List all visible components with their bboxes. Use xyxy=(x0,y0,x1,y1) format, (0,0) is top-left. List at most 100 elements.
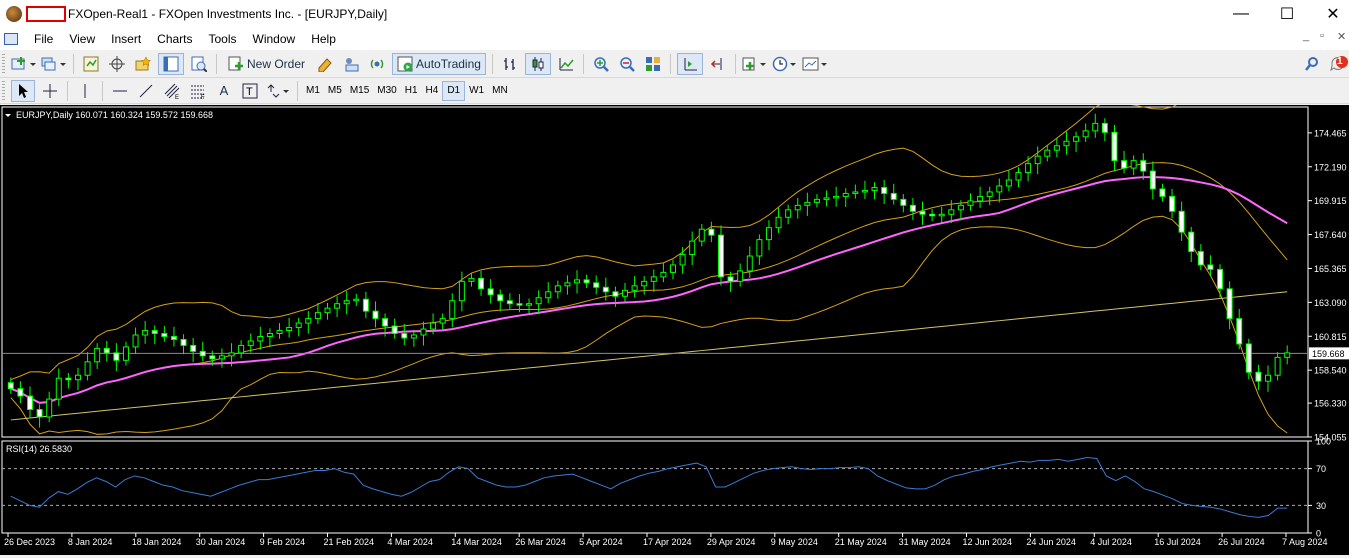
toolbar-grip[interactable] xyxy=(2,53,5,74)
terminal-icon[interactable] xyxy=(340,53,362,75)
timeframe-h1[interactable]: H1 xyxy=(401,81,422,101)
templates-icon[interactable] xyxy=(802,53,828,75)
close-button[interactable]: ✕ xyxy=(1310,0,1349,28)
tile-windows-icon[interactable] xyxy=(642,53,664,75)
candle-body xyxy=(1005,179,1012,187)
minimize-button[interactable]: — xyxy=(1218,0,1264,28)
profiles-icon[interactable] xyxy=(41,53,67,75)
candle xyxy=(823,190,830,207)
timeframe-m30[interactable]: M30 xyxy=(373,81,400,101)
metaeditor-icon[interactable] xyxy=(314,53,336,75)
candle-body xyxy=(458,280,465,302)
notification-count: 1 xyxy=(1337,55,1343,67)
timeframe-mn[interactable]: MN xyxy=(488,81,512,101)
candle xyxy=(631,276,638,298)
candle-body xyxy=(46,398,53,418)
indicators-icon[interactable] xyxy=(742,53,768,75)
price-chart[interactable]: 159.668 174.465 172.190 169.915 167.640 165.3… xyxy=(0,54,1349,555)
market-watch-icon[interactable] xyxy=(80,53,102,75)
cursor-icon[interactable] xyxy=(11,79,35,102)
candle-body xyxy=(410,334,417,339)
candle xyxy=(708,221,715,243)
current-price-label: 159.668 xyxy=(1312,349,1345,359)
timeframe-h4[interactable]: H4 xyxy=(422,81,443,101)
menu-tools[interactable]: Tools xyxy=(201,32,245,46)
candle-body xyxy=(497,294,504,302)
candle xyxy=(74,367,81,391)
candle-body xyxy=(746,255,753,272)
menu-insert[interactable]: Insert xyxy=(103,32,149,46)
vertical-line-icon[interactable] xyxy=(74,80,96,102)
fibonacci-icon[interactable]: F xyxy=(187,80,209,102)
x-tick-label: 26 Dec 2023 xyxy=(4,537,55,547)
candle-body xyxy=(1092,122,1099,132)
auto-scroll-icon[interactable] xyxy=(676,52,703,75)
toolbar-grip[interactable] xyxy=(2,80,5,101)
zoom-out-icon[interactable] xyxy=(616,53,638,75)
menu-file[interactable]: File xyxy=(26,32,61,46)
mdi-close-button[interactable]: ✕ xyxy=(1337,30,1346,43)
zoom-in-icon[interactable] xyxy=(590,53,612,75)
rsi-line xyxy=(10,457,1288,518)
menu-charts[interactable]: Charts xyxy=(149,32,200,46)
menu-help[interactable]: Help xyxy=(303,32,344,46)
timeframe-w1[interactable]: W1 xyxy=(465,81,488,101)
bar-chart-icon[interactable] xyxy=(499,53,521,75)
strategy-tester-icon[interactable] xyxy=(188,53,210,75)
timeframe-m15[interactable]: M15 xyxy=(346,81,373,101)
candle-body xyxy=(1207,264,1214,270)
menu-window[interactable]: Window xyxy=(245,32,304,46)
crosshair-icon[interactable] xyxy=(39,80,61,102)
candle xyxy=(574,270,581,294)
candle-body xyxy=(449,300,456,320)
chart-shift-icon[interactable] xyxy=(707,53,729,75)
candle-body xyxy=(1073,136,1080,142)
candle xyxy=(238,340,245,359)
candle xyxy=(535,290,542,315)
candle-body xyxy=(852,191,859,194)
crosshair-navigator-icon[interactable] xyxy=(106,53,128,75)
equidistant-channel-icon[interactable]: E xyxy=(161,80,183,102)
arrows-icon[interactable] xyxy=(265,80,291,102)
candlesticks-icon[interactable] xyxy=(524,52,551,75)
maximize-button[interactable]: ☐ xyxy=(1264,0,1310,28)
notifications-icon[interactable]: 1 xyxy=(1328,53,1349,75)
auto-trading-button[interactable]: AutoTrading xyxy=(392,52,486,75)
candle xyxy=(1073,131,1080,152)
data-window-icon[interactable] xyxy=(158,52,184,75)
trendline-icon[interactable] xyxy=(135,80,157,102)
horizontal-line-icon[interactable] xyxy=(109,80,131,102)
search-icon[interactable] xyxy=(1301,53,1323,75)
candle-body xyxy=(1082,130,1089,138)
candle-body xyxy=(1121,160,1128,169)
candle-body xyxy=(151,330,158,335)
mdi-minimize-button[interactable]: _ xyxy=(1303,30,1309,42)
chart-window-icon[interactable] xyxy=(4,33,18,45)
candle-body xyxy=(276,330,283,335)
candle-body xyxy=(871,186,878,191)
candle xyxy=(996,178,1003,203)
chart-window[interactable]: 159.668 174.465 172.190 169.915 167.640 165.3… xyxy=(0,54,1349,555)
candle xyxy=(420,321,427,346)
timeframe-d1[interactable]: D1 xyxy=(442,80,466,101)
signals-icon[interactable] xyxy=(366,53,388,75)
candle xyxy=(900,194,907,213)
menu-view[interactable]: View xyxy=(61,32,103,46)
timeframe-m1[interactable]: M1 xyxy=(302,81,324,101)
candle-body xyxy=(170,335,177,340)
periods-icon[interactable] xyxy=(772,53,798,75)
candle xyxy=(1169,188,1176,219)
mdi-restore-button[interactable]: ▫ xyxy=(1320,30,1324,42)
favorites-icon[interactable] xyxy=(132,53,154,75)
timeframe-m5[interactable]: M5 xyxy=(324,81,346,101)
new-order-button[interactable]: New Order xyxy=(223,53,310,75)
candle-body xyxy=(861,189,868,193)
new-chart-icon[interactable] xyxy=(11,53,37,75)
text-icon[interactable]: A xyxy=(213,80,235,102)
line-chart-icon[interactable] xyxy=(555,53,577,75)
app-icon[interactable] xyxy=(6,6,22,22)
candle xyxy=(689,231,696,266)
candle xyxy=(890,183,897,205)
text-label-icon[interactable]: T xyxy=(239,80,261,102)
candle xyxy=(1149,161,1156,200)
